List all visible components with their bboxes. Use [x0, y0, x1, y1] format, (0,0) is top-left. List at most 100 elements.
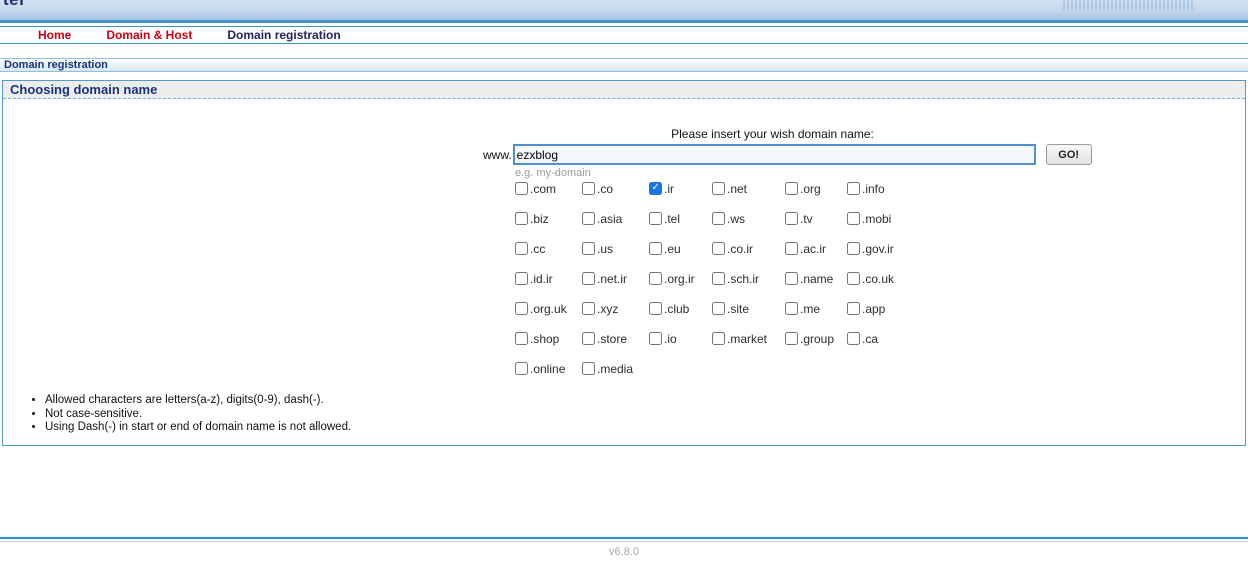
tld-checkbox[interactable]: [847, 332, 860, 345]
tld-checkbox[interactable]: [785, 242, 798, 255]
tld-checkbox[interactable]: [515, 212, 528, 225]
domain-example-hint: e.g. my-domain: [515, 167, 591, 179]
tld-option[interactable]: .shop: [515, 331, 582, 361]
tld-option[interactable]: .ir: [649, 181, 712, 211]
tld-label: .market: [727, 332, 767, 346]
nav-item[interactable]: Home: [38, 28, 71, 42]
tld-checkbox[interactable]: [582, 242, 595, 255]
tld-option[interactable]: .co: [582, 181, 649, 211]
tld-checkbox[interactable]: [649, 182, 662, 195]
tld-checkbox[interactable]: [582, 182, 595, 195]
tld-checkbox[interactable]: [785, 332, 798, 345]
tld-checkbox[interactable]: [847, 272, 860, 285]
tld-option[interactable]: .name: [785, 271, 847, 301]
tld-checkbox[interactable]: [515, 182, 528, 195]
tld-option[interactable]: .net: [712, 181, 785, 211]
tld-label: .biz: [530, 212, 549, 226]
tld-option[interactable]: .group: [785, 331, 847, 361]
tld-option[interactable]: .me: [785, 301, 847, 331]
tld-checkbox[interactable]: [785, 272, 798, 285]
version-label: v6.8.0: [0, 546, 1248, 558]
tld-checkbox[interactable]: [712, 242, 725, 255]
tld-option[interactable]: .store: [582, 331, 649, 361]
tld-checkbox[interactable]: [847, 182, 860, 195]
tld-checkbox[interactable]: [847, 302, 860, 315]
tld-label: .store: [597, 332, 627, 346]
tld-label: .net.ir: [597, 272, 627, 286]
nav-item[interactable]: Domain & Host: [106, 28, 192, 42]
nav-item[interactable]: Domain registration: [227, 28, 340, 42]
tld-checkbox[interactable]: [712, 302, 725, 315]
tld-option[interactable]: .tv: [785, 211, 847, 241]
tld-checkbox[interactable]: [649, 242, 662, 255]
tld-option[interactable]: .biz: [515, 211, 582, 241]
tld-label: .me: [800, 302, 820, 316]
tld-option[interactable]: .ws: [712, 211, 785, 241]
domain-rule-item: Allowed characters are letters(a-z), dig…: [45, 394, 351, 408]
tld-checkbox[interactable]: [649, 332, 662, 345]
tld-option[interactable]: .co.uk: [847, 271, 917, 301]
tld-option[interactable]: .tel: [649, 211, 712, 241]
tld-checkbox[interactable]: [649, 302, 662, 315]
tld-option[interactable]: .xyz: [582, 301, 649, 331]
tld-option[interactable]: .io: [649, 331, 712, 361]
tld-option[interactable]: .info: [847, 181, 917, 211]
tld-option[interactable]: .eu: [649, 241, 712, 271]
tld-checkbox[interactable]: [712, 272, 725, 285]
tld-option[interactable]: .asia: [582, 211, 649, 241]
tld-checkbox[interactable]: [582, 332, 595, 345]
tld-checkbox[interactable]: [712, 182, 725, 195]
tld-checkbox[interactable]: [712, 212, 725, 225]
tld-checkbox[interactable]: [847, 242, 860, 255]
tld-checkbox[interactable]: [582, 362, 595, 375]
tld-option[interactable]: .site: [712, 301, 785, 331]
tld-option[interactable]: .org: [785, 181, 847, 211]
tld-option[interactable]: .ac.ir: [785, 241, 847, 271]
go-button[interactable]: GO!: [1046, 144, 1092, 165]
tld-option[interactable]: .us: [582, 241, 649, 271]
tld-checkbox[interactable]: [582, 302, 595, 315]
tld-checkbox[interactable]: [582, 212, 595, 225]
tld-option[interactable]: .ca: [847, 331, 917, 361]
domain-name-input[interactable]: [513, 144, 1036, 165]
tld-checkbox[interactable]: [785, 182, 798, 195]
tld-checkbox[interactable]: [649, 272, 662, 285]
panel-header: Choosing domain name: [3, 81, 1245, 99]
tld-label: .name: [800, 272, 833, 286]
tld-option[interactable]: .market: [712, 331, 785, 361]
panel-title: Choosing domain name: [3, 82, 157, 97]
tld-checkbox[interactable]: [515, 272, 528, 285]
tld-option[interactable]: .com: [515, 181, 582, 211]
tld-checkbox[interactable]: [582, 272, 595, 285]
tld-label: .eu: [664, 242, 681, 256]
tld-checkbox[interactable]: [785, 212, 798, 225]
panel-body: Please insert your wish domain name: www…: [3, 99, 1245, 446]
tld-option[interactable]: .club: [649, 301, 712, 331]
tld-option[interactable]: .cc: [515, 241, 582, 271]
domain-form-row: www. GO!: [483, 144, 1092, 165]
tld-label: .ws: [727, 212, 745, 226]
tld-checkbox[interactable]: [785, 302, 798, 315]
tld-option[interactable]: .net.ir: [582, 271, 649, 301]
tld-checkbox[interactable]: [649, 212, 662, 225]
tld-label: .online: [530, 362, 565, 376]
tld-option[interactable]: .sch.ir: [712, 271, 785, 301]
tld-label: .ir: [664, 182, 674, 196]
tld-option[interactable]: .id.ir: [515, 271, 582, 301]
tld-option[interactable]: .co.ir: [712, 241, 785, 271]
tld-option[interactable]: .gov.ir: [847, 241, 917, 271]
tld-label: .group: [800, 332, 834, 346]
tld-checkbox[interactable]: [515, 242, 528, 255]
tld-option[interactable]: .app: [847, 301, 917, 331]
tld-option[interactable]: .online: [515, 361, 582, 391]
tld-option[interactable]: .org.ir: [649, 271, 712, 301]
tld-checkbox[interactable]: [712, 332, 725, 345]
tld-checkbox-grid: .com .co .ir .net .org .info: [515, 181, 917, 391]
tld-checkbox[interactable]: [515, 302, 528, 315]
tld-option[interactable]: .media: [582, 361, 649, 391]
tld-option[interactable]: .mobi: [847, 211, 917, 241]
tld-checkbox[interactable]: [515, 332, 528, 345]
tld-checkbox[interactable]: [515, 362, 528, 375]
tld-option[interactable]: .org.uk: [515, 301, 582, 331]
tld-checkbox[interactable]: [847, 212, 860, 225]
